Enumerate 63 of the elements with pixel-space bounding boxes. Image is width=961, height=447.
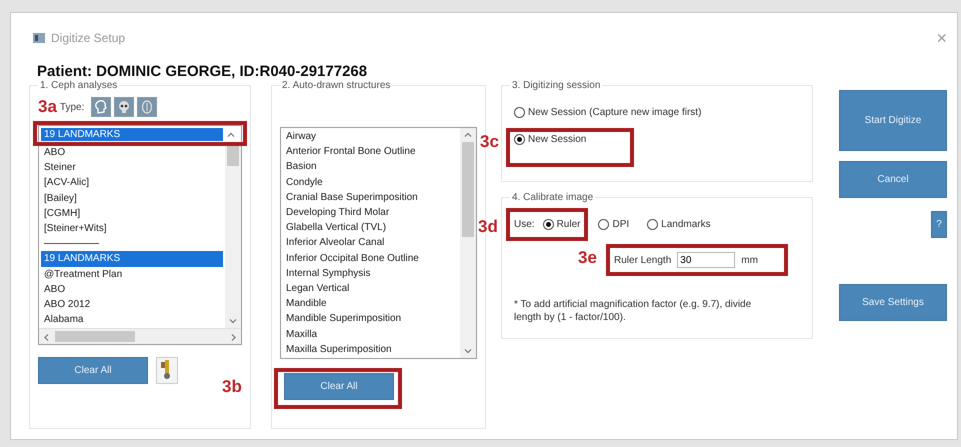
list-item[interactable]: @Treatment Plan <box>41 266 223 282</box>
scroll-thumb[interactable] <box>227 144 239 166</box>
list-item[interactable]: ABO <box>41 145 223 160</box>
ruler-length-label: Ruler Length <box>614 254 672 266</box>
wizard-button[interactable] <box>156 357 178 384</box>
list-item[interactable]: Developing Third Molar <box>283 205 458 220</box>
list-item[interactable]: [Steiner+Wits] <box>41 221 223 236</box>
calibration-note: * To add artificial magnification factor (e.g. 9.7), divide length by (1 - factor/100). <box>514 298 752 324</box>
list-item[interactable]: Glabella Vertical (TVL) <box>283 220 458 236</box>
list-item[interactable]: Basion <box>283 159 458 175</box>
horizontal-scrollbar[interactable] <box>39 328 241 344</box>
type-button[interactable] <box>137 97 158 117</box>
list-item[interactable]: Maxilla <box>283 326 458 342</box>
list-item[interactable]: 19 LANDMARKS <box>41 251 223 267</box>
scroll-thumb[interactable] <box>462 142 474 237</box>
type-button[interactable] <box>91 97 112 117</box>
radio-option[interactable]: New Session <box>514 134 804 145</box>
window-title: Digitize Setup <box>51 31 126 45</box>
list-item[interactable]: Anterior Frontal Bone Outline <box>283 144 458 160</box>
use-label: Use: <box>514 219 535 230</box>
group-legend: 4. Calibrate image <box>510 192 596 203</box>
group-legend: 2. Auto-drawn structures <box>280 80 392 91</box>
callout-label: 3e <box>578 248 597 268</box>
analysis-dropdown[interactable]: 19 LANDMARKS <box>39 126 241 144</box>
patient-header: Patient: DOMINIC GEORGE, ID:R040-29177268 <box>36 63 368 80</box>
radio-option[interactable]: Ruler <box>542 219 580 230</box>
list-item[interactable]: ABO 2012 <box>41 297 223 312</box>
scroll-thumb[interactable] <box>55 331 135 342</box>
list-item[interactable]: [CGMH] <box>41 206 223 222</box>
separator-line <box>44 243 99 244</box>
list-item[interactable]: Maxilla Superimposition <box>283 342 458 358</box>
list-item[interactable]: Inferior Occipital Bone Outline <box>283 250 458 266</box>
callout-label: 3a <box>38 97 57 117</box>
unit-label: mm <box>741 254 758 266</box>
list-item[interactable]: Condyle <box>283 174 458 190</box>
type-button[interactable] <box>114 97 134 117</box>
scrollbar[interactable] <box>460 128 476 358</box>
list-item[interactable]: Airway <box>283 129 458 144</box>
ruler-length-field[interactable]: 30 <box>677 252 736 268</box>
radio-option[interactable]: New Session (Capture new image first) <box>514 107 804 118</box>
callout-label: 3d <box>478 217 498 237</box>
list-item[interactable]: Legan Vertical <box>283 281 458 296</box>
list-item[interactable]: Mandible <box>283 296 458 312</box>
list-item[interactable]: Internal Symphysis <box>283 266 458 282</box>
type-label: Type: <box>60 102 84 112</box>
list-item[interactable]: Steiner <box>41 160 223 176</box>
list-item[interactable]: Inferior Alveolar Canal <box>283 235 458 251</box>
list-item[interactable]: Alabama <box>41 312 223 328</box>
callout-label: 3c <box>480 132 499 152</box>
radio-option[interactable]: DPI <box>598 219 630 230</box>
dropdown-value: 19 LANDMARKS <box>41 128 223 141</box>
head-profile-icon <box>93 99 110 115</box>
radio-option[interactable]: Landmarks <box>647 219 711 230</box>
list-item[interactable]: ABO <box>41 282 223 298</box>
list-item[interactable]: [Bailey] <box>41 190 223 206</box>
list-item[interactable]: [ACV-Alic] <box>41 175 223 191</box>
callout-label: 3b <box>222 377 242 398</box>
app-icon <box>33 33 45 43</box>
list-item[interactable]: Cranial Base Superimposition <box>283 190 458 206</box>
group-legend: 1. Ceph analyses <box>38 80 120 91</box>
scrollbar[interactable] <box>225 144 241 328</box>
list-item[interactable]: Mandible Superimposition <box>283 311 458 327</box>
group-legend: 3. Digitizing session <box>510 80 602 91</box>
